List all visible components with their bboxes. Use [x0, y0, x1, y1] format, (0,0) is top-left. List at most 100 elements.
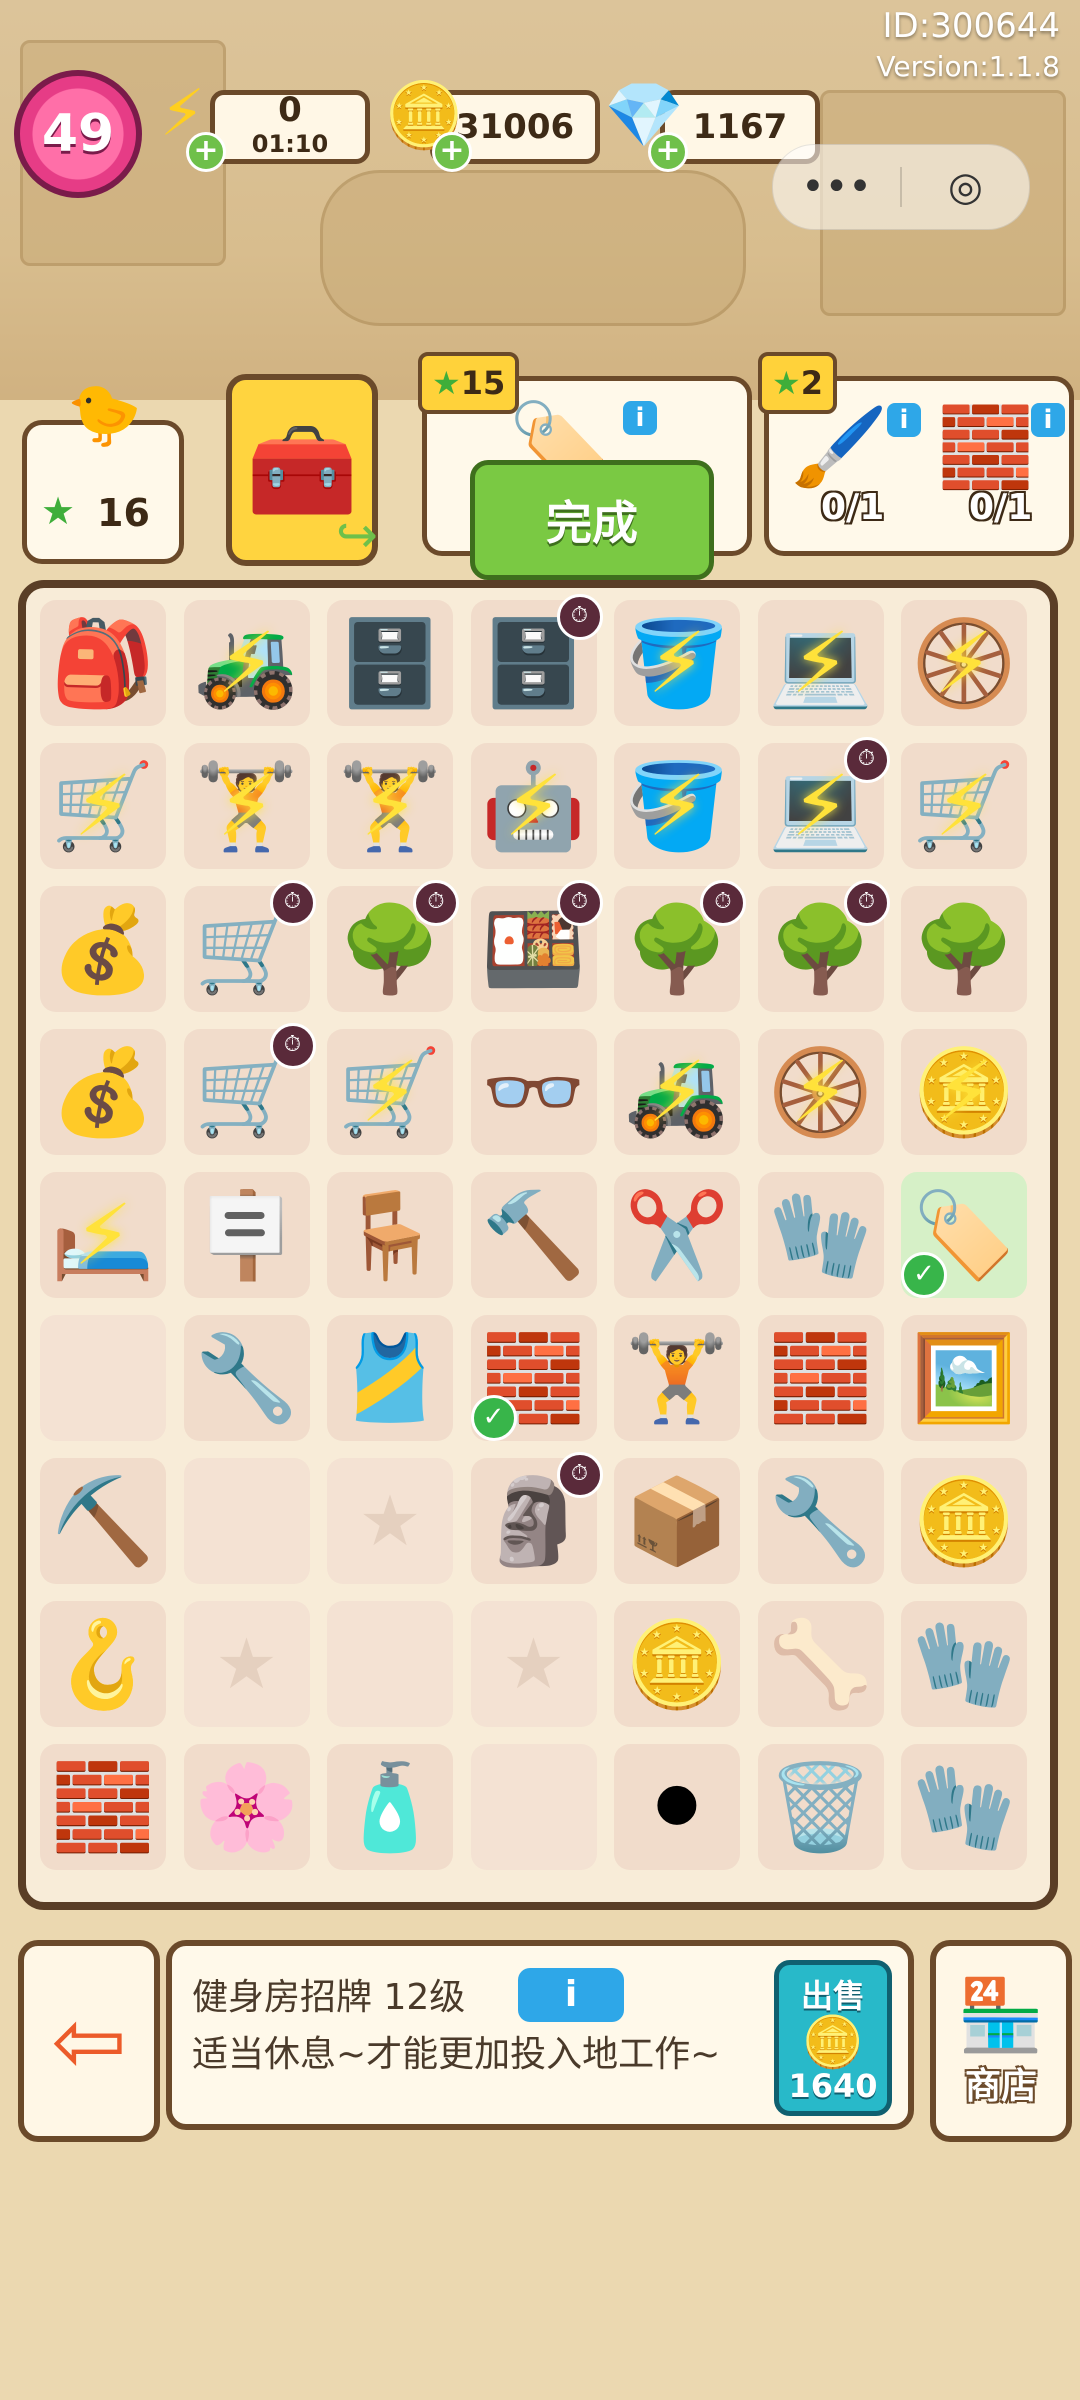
- board-item-icon: 👓: [481, 1042, 586, 1141]
- complete-order-button[interactable]: 完成: [470, 460, 714, 580]
- board-item-icon: 🔨: [481, 1185, 586, 1284]
- board-cell-r2-c4[interactable]: 🌳 ⏱: [614, 880, 746, 1012]
- check-icon: ✓: [901, 1252, 947, 1298]
- board-cell-r1-c4[interactable]: 🪣 ⚡: [614, 743, 740, 869]
- board-cell-r0-c0[interactable]: 🎒: [40, 600, 166, 726]
- board-item-icon: 🌳: [911, 899, 1017, 998]
- timer-icon: ⏱: [269, 880, 316, 926]
- board-cell-r3-c6[interactable]: 🪙 ⚡: [901, 1029, 1027, 1155]
- board-cell-r2-c1[interactable]: 🛒 ⏱: [183, 880, 316, 1012]
- board-cell-r4-c4[interactable]: ✂️: [614, 1172, 740, 1298]
- board-cell-r8-c1[interactable]: 🌸: [183, 1744, 310, 1870]
- board-cell-r2-c3[interactable]: 🍱 ⏱: [470, 880, 603, 1012]
- board-cell-r8-c4[interactable]: ⚫: [614, 1744, 740, 1870]
- board-cell-r3-c2[interactable]: 🛒 ⚡: [327, 1029, 453, 1155]
- board-cell-r0-c3[interactable]: 🗄️ ⏱: [470, 594, 603, 726]
- board-cell-r6-c6[interactable]: 🪙: [901, 1458, 1027, 1584]
- board-cell-r3-c1[interactable]: 🛒 ⏱: [183, 1023, 316, 1155]
- board-cell-r0-c4[interactable]: 🪣 ⚡: [614, 600, 740, 726]
- board-cell-r4-c1[interactable]: 🪧: [183, 1172, 310, 1298]
- board-item-icon: ⛏️: [50, 1471, 156, 1570]
- shop-icon: 🏪: [957, 1973, 1045, 2056]
- sell-button[interactable]: 出售 🪙 1640: [774, 1960, 892, 2116]
- exit-button[interactable]: ⇦: [18, 1940, 160, 2142]
- board-cell-r6-c2[interactable]: ★: [327, 1458, 453, 1584]
- board-item-icon: 🧤: [768, 1185, 873, 1284]
- board-cell-r6-c5[interactable]: 🔧: [757, 1458, 884, 1584]
- board-item-icon: ⚫: [641, 1758, 713, 1856]
- brick-pallet-icon: 🧱: [937, 403, 1035, 493]
- check-icon: ✓: [470, 1395, 517, 1441]
- order1-star-badge: ★ 15: [418, 352, 520, 414]
- board-cell-r5-c4[interactable]: 🏋️: [614, 1315, 740, 1441]
- board-cell-r2-c2[interactable]: 🌳 ⏱: [327, 880, 459, 1012]
- worker-panel[interactable]: 🐤 ★ 16: [22, 380, 184, 564]
- add-coins-button[interactable]: +: [432, 132, 472, 172]
- close-miniapp-icon[interactable]: ◎: [902, 164, 1029, 210]
- board-cell-r5-c0[interactable]: [40, 1315, 166, 1441]
- board-item-icon: 🌸: [194, 1757, 299, 1856]
- board-cell-r2-c6[interactable]: 🌳: [901, 886, 1027, 1012]
- board-cell-r0-c2[interactable]: 🗄️: [327, 600, 453, 726]
- board-cell-r4-c3[interactable]: 🔨: [470, 1172, 597, 1298]
- board-cell-r8-c5[interactable]: 🗑️: [757, 1744, 884, 1870]
- order2-item1-info-icon[interactable]: i: [887, 403, 921, 437]
- board-cell-r7-c6[interactable]: 🧤: [901, 1601, 1027, 1727]
- order2-stars: 2: [800, 364, 823, 402]
- board-cell-r3-c3[interactable]: 👓: [470, 1029, 597, 1155]
- board-cell-r1-c1[interactable]: 🏋️ ⚡: [183, 743, 310, 869]
- board-cell-r6-c0[interactable]: ⛏️: [40, 1458, 166, 1584]
- board-cell-r8-c3[interactable]: [470, 1744, 597, 1870]
- board-item-icon: 🛒: [911, 756, 1017, 855]
- board-cell-r5-c5[interactable]: 🧱: [757, 1315, 884, 1441]
- board-cell-r8-c0[interactable]: 🧱: [40, 1744, 166, 1870]
- star-icon: ★: [41, 489, 76, 533]
- board-cell-r0-c1[interactable]: 🚜 ⚡: [183, 600, 310, 726]
- board-cell-r3-c4[interactable]: 🚜 ⚡: [614, 1029, 740, 1155]
- gem-value: 1167: [692, 107, 788, 147]
- board-cell-r6-c3[interactable]: 🗿 ⏱: [470, 1452, 603, 1584]
- board-item-icon: 🎒: [50, 613, 156, 712]
- board-cell-r6-c4[interactable]: 📦: [614, 1458, 740, 1584]
- shop-button[interactable]: 🏪 商店: [930, 1940, 1072, 2142]
- board-cell-r5-c3[interactable]: 🧱 ✓: [470, 1315, 597, 1441]
- board-cell-r1-c3[interactable]: 🤖 ⚡: [470, 743, 597, 869]
- board-cell-r4-c5[interactable]: 🧤: [757, 1172, 884, 1298]
- board-cell-r5-c6[interactable]: 🖼️: [901, 1315, 1027, 1441]
- board-cell-r7-c5[interactable]: 🦴: [757, 1601, 884, 1727]
- board-cell-r7-c3[interactable]: ★: [470, 1601, 597, 1727]
- board-cell-r0-c5[interactable]: 💻 ⚡: [757, 600, 884, 726]
- board-cell-r7-c0[interactable]: 🪝: [40, 1601, 166, 1727]
- board-cell-r1-c6[interactable]: 🛒 ⚡: [901, 743, 1027, 869]
- more-menu-icon[interactable]: •••: [773, 164, 900, 210]
- board-cell-r7-c1[interactable]: ★: [183, 1601, 310, 1727]
- board-cell-r7-c2[interactable]: [327, 1601, 453, 1727]
- board-cell-r7-c4[interactable]: 🪙: [614, 1601, 740, 1727]
- board-cell-r3-c0[interactable]: 💰: [40, 1029, 166, 1155]
- order2-item2-info-icon[interactable]: i: [1031, 403, 1065, 437]
- energy-counter: 0 01:10: [210, 90, 370, 164]
- add-gems-button[interactable]: +: [648, 132, 688, 172]
- board-cell-r1-c2[interactable]: 🏋️ ⚡: [327, 743, 453, 869]
- board-cell-r4-c0[interactable]: 🛏️ ⚡: [40, 1172, 166, 1298]
- version-text: Version:1.1.8: [876, 50, 1060, 83]
- item-info-button[interactable]: i: [518, 1968, 624, 2022]
- board-cell-r1-c5[interactable]: 💻 ⚡ ⏱: [757, 737, 890, 869]
- board-cell-r5-c1[interactable]: 🔧: [183, 1315, 310, 1441]
- board-cell-r4-c6[interactable]: 🏷️ ✓: [901, 1172, 1027, 1298]
- board-cell-r0-c6[interactable]: 🛞 ⚡: [901, 600, 1027, 726]
- board-cell-r8-c2[interactable]: 🧴: [327, 1744, 453, 1870]
- add-energy-button[interactable]: +: [186, 132, 226, 172]
- board-item-icon: 🧤: [911, 1614, 1017, 1713]
- board-cell-r5-c2[interactable]: 🎽: [327, 1315, 453, 1441]
- coin-icon: 🪙: [801, 2013, 865, 2071]
- board-cell-r1-c0[interactable]: 🛒 ⚡: [40, 743, 166, 869]
- board-cell-r2-c0[interactable]: 💰: [40, 886, 166, 1012]
- board-cell-r8-c6[interactable]: 🧤: [901, 1744, 1027, 1870]
- board-cell-r4-c2[interactable]: 🪑: [327, 1172, 453, 1298]
- player-level-badge[interactable]: 49: [14, 70, 142, 198]
- board-cell-r6-c1[interactable]: [183, 1458, 310, 1584]
- board-cell-r2-c5[interactable]: 🌳 ⏱: [757, 880, 890, 1012]
- board-cell-r3-c5[interactable]: 🛞 ⚡: [757, 1029, 884, 1155]
- order1-info-icon[interactable]: i: [623, 401, 657, 435]
